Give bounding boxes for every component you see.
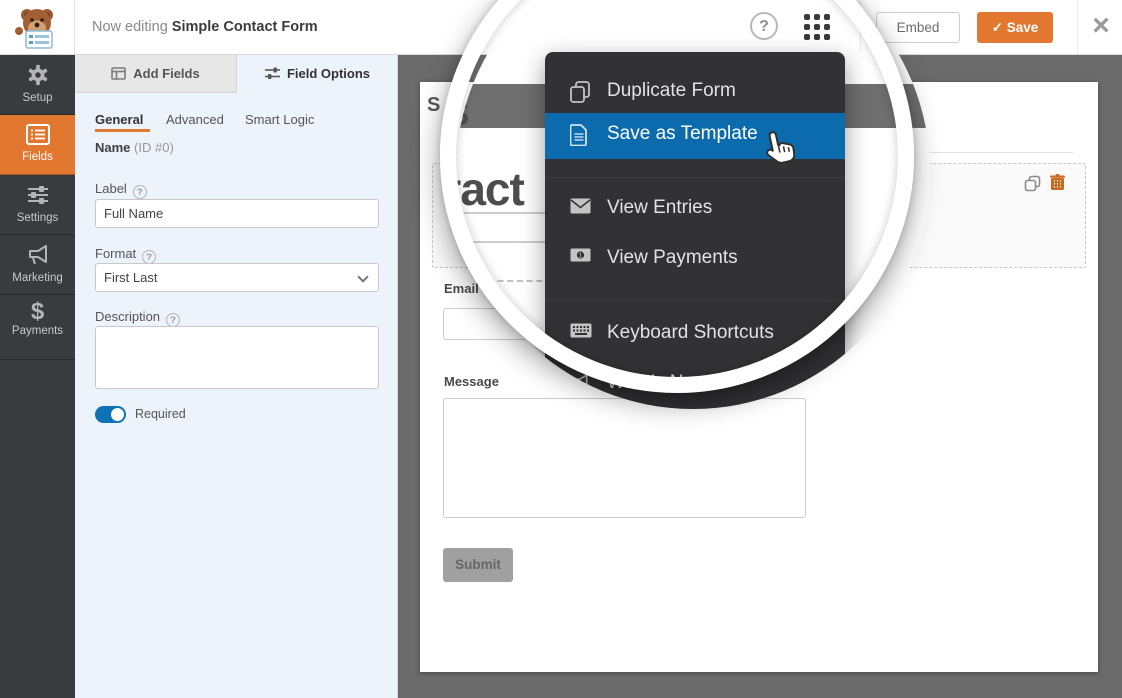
tab-add-fields[interactable]: Add Fields	[75, 55, 237, 93]
field-options-panel: Add Fields Field Options General Advance…	[75, 55, 398, 698]
active-subtab-underline	[95, 129, 150, 132]
email-label: Email	[444, 281, 479, 296]
sidebar-item-settings[interactable]: Settings	[0, 175, 75, 235]
menu-divider	[545, 177, 845, 178]
menu-item-keyboard-shortcuts[interactable]: Keyboard Shortcuts	[545, 312, 845, 356]
menu-item-save-as-template[interactable]: Save as Template	[545, 113, 845, 159]
envelope-icon	[570, 198, 591, 214]
embed-button[interactable]: Embed	[876, 12, 960, 43]
dollar-icon: $	[0, 300, 75, 324]
keyboard-icon	[570, 323, 592, 338]
copy-icon	[570, 81, 590, 103]
builder-sidebar: Setup Fields Settings Marketing $ Paymen…	[0, 55, 75, 698]
now-editing-text: Now editing Simple Contact Form	[92, 19, 318, 35]
subtab-advanced[interactable]: Advanced	[166, 112, 224, 127]
check-icon: ✓	[992, 20, 1003, 35]
subtab-general[interactable]: General	[95, 112, 143, 127]
trash-icon[interactable]	[1050, 174, 1065, 191]
help-icon[interactable]: ?	[750, 12, 778, 40]
chevron-down-icon	[357, 271, 368, 282]
submit-button-preview: Submit	[443, 548, 513, 582]
description-heading: Description?	[95, 309, 180, 327]
message-label: Message	[444, 374, 499, 389]
fields-icon	[26, 124, 50, 145]
toolbar-divider	[1077, 0, 1078, 54]
help-icon[interactable]: ?	[166, 313, 180, 327]
sidebar-item-marketing[interactable]: Marketing	[0, 235, 75, 295]
sidebar-item-setup[interactable]: Setup	[0, 55, 75, 115]
help-icon[interactable]: ?	[133, 185, 147, 199]
label-input[interactable]	[95, 199, 379, 228]
sliders-icon	[26, 184, 50, 206]
save-button[interactable]: ✓ Save	[977, 12, 1053, 43]
subtab-smart-logic[interactable]: Smart Logic	[245, 112, 314, 127]
message-textarea-preview	[443, 398, 806, 518]
required-label: Required	[135, 407, 186, 421]
close-icon[interactable]: ×	[1086, 10, 1116, 44]
required-toggle[interactable]	[95, 406, 126, 423]
top-toolbar: Now editing Simple Contact Form ? Embed …	[0, 0, 1122, 55]
document-icon	[570, 124, 588, 146]
grid-menu-icon[interactable]	[804, 14, 833, 42]
megaphone-icon	[26, 244, 50, 266]
toolbar-divider	[860, 0, 861, 54]
menu-item-view-payments[interactable]: 1 View Payments	[545, 237, 845, 281]
menu-divider	[545, 300, 845, 301]
money-icon: 1	[570, 248, 591, 262]
field-options-icon	[265, 67, 280, 80]
builder-dropdown-menu: Duplicate Form Save as Template View Ent…	[545, 52, 845, 412]
menu-item-view-entries[interactable]: View Entries	[545, 187, 845, 231]
editing-form-name: Simple Contact Form	[172, 19, 318, 35]
add-fields-icon	[111, 67, 126, 80]
sidebar-item-payments[interactable]: $ Payments	[0, 300, 75, 360]
menu-item-duplicate-form[interactable]: Duplicate Form	[545, 70, 845, 114]
duplicate-field-icon[interactable]	[1024, 175, 1041, 192]
help-icon[interactable]: ?	[142, 250, 156, 264]
sidebar-item-fields[interactable]: Fields	[0, 115, 75, 175]
tab-field-options[interactable]: Field Options	[237, 55, 398, 93]
description-textarea[interactable]	[95, 326, 379, 389]
hand-cursor-icon	[754, 126, 799, 173]
svg-text:1: 1	[579, 253, 583, 260]
gear-icon	[27, 64, 49, 86]
format-heading: Format?	[95, 246, 156, 264]
wpforms-logo	[0, 0, 75, 54]
field-heading: Name (ID #0)	[95, 140, 174, 155]
format-select[interactable]: First Last	[95, 263, 379, 292]
label-heading: Label?	[95, 181, 147, 199]
